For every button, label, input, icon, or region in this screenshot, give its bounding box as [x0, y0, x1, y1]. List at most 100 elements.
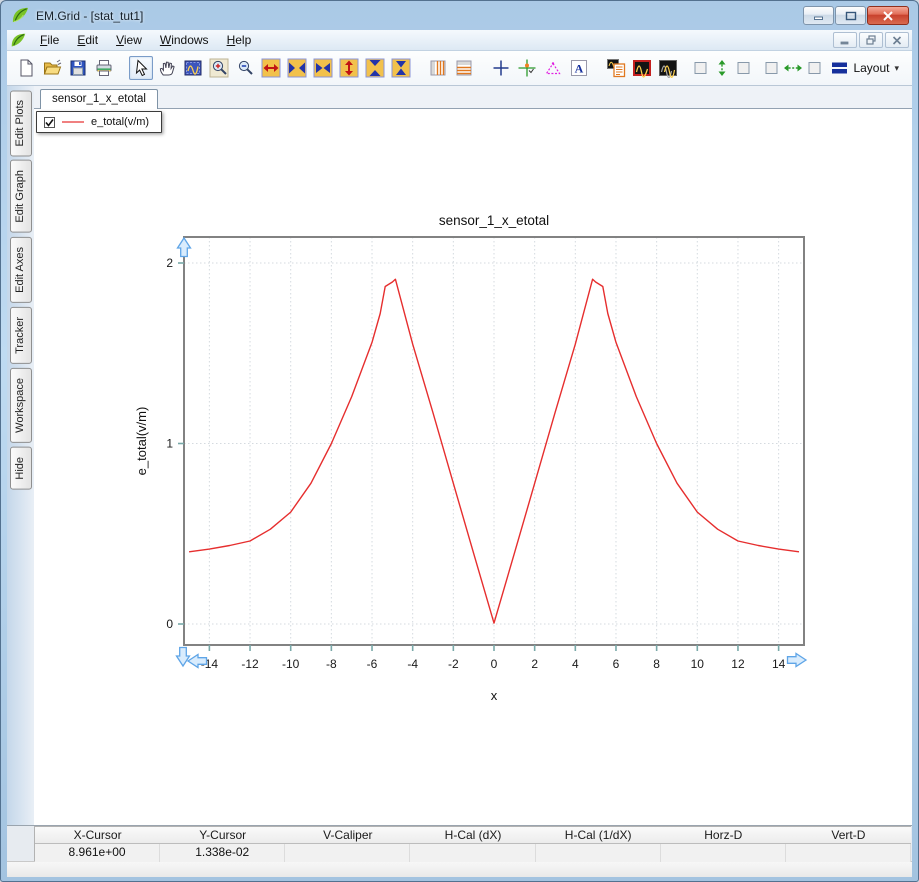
window-title: EM.Grid - [stat_tut1]	[36, 8, 144, 23]
cursor-col-header: H-Cal (1/dX)	[535, 827, 661, 844]
print-icon	[96, 60, 112, 76]
pan-hand-icon	[159, 61, 175, 76]
side-tab-strip: Edit Plots Edit Graph Edit Axes Tracker Work…	[7, 86, 34, 825]
menu-bar: File Edit View Windows Help	[7, 30, 912, 51]
y-tick-label: 1	[166, 437, 173, 451]
fit-horizontal-icon	[765, 62, 821, 74]
caliper-triangle-icon	[545, 62, 561, 75]
text-label-button[interactable]: A	[567, 56, 591, 80]
x-tick-label: -6	[367, 657, 378, 671]
cursor-value-5	[660, 844, 786, 862]
cursor-col-header: H-Cal (dX)	[410, 827, 536, 844]
legend-label: e_total(v/m)	[91, 116, 150, 128]
center-y-button[interactable]	[389, 56, 413, 80]
child-window-icon	[11, 33, 26, 46]
toolbar-separator	[681, 56, 692, 80]
document-tab[interactable]: sensor_1_x_etotal	[40, 89, 158, 109]
layout-icon	[832, 62, 848, 74]
expand-y-button[interactable]	[337, 56, 361, 80]
center-x-button[interactable]	[311, 56, 335, 80]
shrink-x-icon	[287, 58, 307, 78]
menu-file[interactable]: File	[31, 31, 68, 49]
zoom-in-button[interactable]	[207, 56, 231, 80]
menu-edit[interactable]: Edit	[68, 31, 107, 49]
expand-x-button[interactable]	[259, 56, 283, 80]
series-e_total(v/m)[interactable]	[189, 278, 800, 624]
plot-canvas[interactable]: -14 -12 -10 -8 -6 -4 -2 0 2 4 6 8 10 12 14 0 1 2 sensor_1_…	[34, 109, 912, 825]
x-tick-label: 6	[613, 657, 620, 671]
mdi-minimize-button[interactable]	[833, 32, 857, 48]
tracker-button[interactable]	[515, 56, 539, 80]
app-window: EM.Grid - [stat_tut1] File Edit View Window…	[0, 0, 919, 882]
horizontal-markers-button[interactable]	[452, 56, 476, 80]
vertical-markers-icon	[430, 60, 446, 76]
cursor-panel-spacer	[7, 826, 34, 861]
cursor-col-header: V-Caliper	[285, 827, 411, 844]
all-plots-button[interactable]	[656, 56, 680, 80]
mdi-restore-button[interactable]	[859, 32, 883, 48]
save-button[interactable]	[66, 56, 90, 80]
all-plots-icon	[659, 60, 677, 78]
maximize-button[interactable]	[835, 6, 866, 25]
shrink-x-button[interactable]	[285, 56, 309, 80]
side-tab-hide[interactable]: Hide	[9, 446, 32, 490]
x-tick-label: -2	[448, 657, 459, 671]
chart[interactable]: -14 -12 -10 -8 -6 -4 -2 0 2 4 6 8 10 12 14012sensor_1_…	[34, 109, 912, 825]
cursor-table: X-Cursor Y-Cursor V-Caliper H-Cal (dX) H-Cal…	[34, 826, 911, 862]
menu-help[interactable]: Help	[218, 31, 261, 49]
pointer-icon	[135, 59, 148, 77]
open-folder-button[interactable]	[40, 56, 64, 80]
x-tick-label: -10	[282, 657, 300, 671]
y-axis-bottom-handle[interactable]	[175, 646, 191, 668]
center-x-icon	[313, 58, 333, 78]
cursor-value-2	[285, 844, 411, 862]
x-tick-label: 4	[572, 657, 579, 671]
fit-vertical-button[interactable]	[693, 56, 751, 80]
layout-button[interactable]: Layout ▾	[824, 56, 906, 80]
toolbar-separator	[414, 56, 425, 80]
tracker-icon	[518, 59, 536, 77]
cursor-value-0: 8.961e+00	[35, 844, 161, 862]
x-axis-right-handle[interactable]	[786, 652, 808, 668]
x-tick-label: 10	[691, 657, 705, 671]
x-tick-label: 2	[531, 657, 538, 671]
toolbar-separator	[752, 56, 763, 80]
status-bar	[7, 861, 912, 877]
x-tick-label: -4	[407, 657, 418, 671]
y-axis-top-handle[interactable]	[176, 236, 192, 258]
zoom-window-button[interactable]	[181, 56, 205, 80]
x-tick-label: -8	[326, 657, 337, 671]
mdi-close-button[interactable]	[885, 32, 909, 48]
print-button[interactable]	[92, 56, 116, 80]
legend-checkbox[interactable]	[44, 116, 55, 128]
side-tab-edit-plots[interactable]: Edit Plots	[9, 90, 32, 157]
shrink-y-button[interactable]	[363, 56, 387, 80]
toolbar: A Layout ▾	[7, 51, 912, 86]
x-tick-label: 8	[653, 657, 660, 671]
new-document-button[interactable]	[14, 56, 38, 80]
close-button[interactable]	[867, 6, 909, 25]
title-bar[interactable]: EM.Grid - [stat_tut1]	[7, 1, 912, 30]
plot-report-button[interactable]	[604, 56, 628, 80]
side-tab-edit-axes[interactable]: Edit Axes	[9, 237, 32, 303]
crosshair-button[interactable]	[489, 56, 513, 80]
side-tab-tracker[interactable]: Tracker	[9, 306, 32, 364]
legend-box[interactable]: e_total(v/m)	[36, 111, 163, 133]
vertical-markers-button[interactable]	[426, 56, 450, 80]
pointer-button[interactable]	[129, 56, 153, 80]
toolbar-separator	[477, 56, 488, 80]
fit-horizontal-button[interactable]	[764, 56, 822, 80]
caliper-triangle-button[interactable]	[541, 56, 565, 80]
side-tab-edit-graph[interactable]: Edit Graph	[9, 160, 32, 234]
menu-windows[interactable]: Windows	[151, 31, 218, 49]
minimize-button[interactable]	[803, 6, 834, 25]
save-icon	[70, 60, 86, 76]
zoom-out-button[interactable]	[233, 56, 257, 80]
menu-view[interactable]: View	[107, 31, 151, 49]
text-label-icon: A	[571, 60, 587, 76]
layout-label: Layout	[853, 61, 890, 75]
zoom-in-icon	[209, 58, 229, 78]
side-tab-workspace[interactable]: Workspace	[9, 367, 32, 443]
active-plot-button[interactable]	[630, 56, 654, 80]
pan-hand-button[interactable]	[155, 56, 179, 80]
